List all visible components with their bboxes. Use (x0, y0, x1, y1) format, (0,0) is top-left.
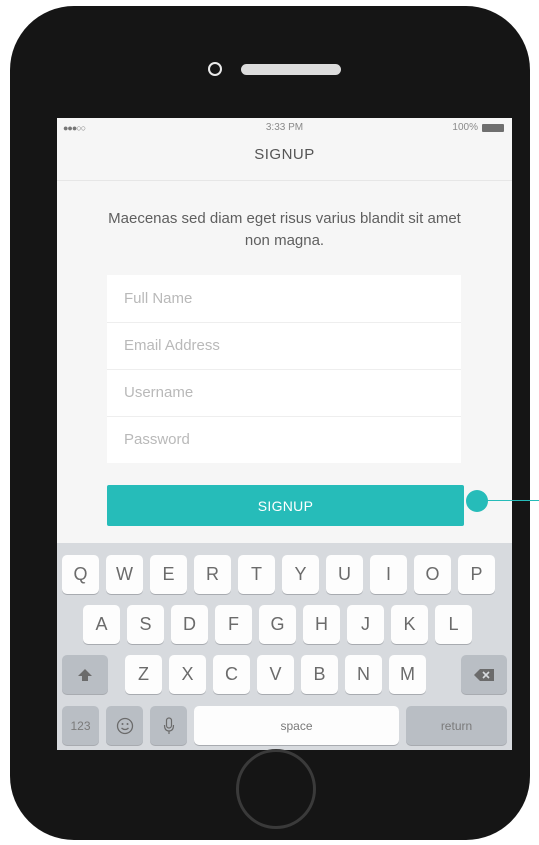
key-c[interactable]: C (213, 655, 250, 694)
microphone-icon (163, 716, 174, 734)
keyboard: Q W E R T Y U I O P A S D F G H J K L Z … (57, 543, 512, 750)
key-f[interactable]: F (215, 605, 252, 644)
signup-form (107, 275, 461, 463)
callout-line (482, 500, 539, 501)
home-button[interactable] (236, 749, 316, 829)
space-key[interactable]: space (194, 706, 399, 745)
emoji-icon (116, 717, 133, 734)
password-field[interactable] (107, 416, 461, 463)
key-e[interactable]: E (150, 555, 187, 594)
key-p[interactable]: P (458, 555, 495, 594)
phone-screen: ●●●○○ 3:33 PM 100% SIGNUP Maecenas sed d… (57, 118, 512, 750)
status-bar: ●●●○○ 3:33 PM 100% (57, 118, 512, 140)
numbers-key[interactable]: 123 (62, 706, 99, 745)
email-field[interactable] (107, 322, 461, 369)
status-time: 3:33 PM (265, 122, 304, 133)
key-j[interactable]: J (347, 605, 384, 644)
key-t[interactable]: T (238, 555, 275, 594)
page-title: SIGNUP (254, 146, 315, 163)
key-z[interactable]: Z (125, 655, 162, 694)
key-g[interactable]: G (259, 605, 296, 644)
return-key[interactable]: return (406, 706, 507, 745)
key-u[interactable]: U (326, 555, 363, 594)
battery-percentage: 100% (452, 122, 478, 133)
front-camera (208, 62, 222, 76)
phone-frame: ●●●○○ 3:33 PM 100% SIGNUP Maecenas sed d… (10, 6, 530, 840)
key-x[interactable]: X (169, 655, 206, 694)
key-n[interactable]: N (345, 655, 382, 694)
username-field[interactable] (107, 369, 461, 416)
key-q[interactable]: Q (62, 555, 99, 594)
key-b[interactable]: B (301, 655, 338, 694)
key-y[interactable]: Y (282, 555, 319, 594)
backspace-icon (474, 668, 494, 681)
shift-icon (78, 668, 92, 681)
nav-divider (57, 180, 512, 181)
emoji-key[interactable] (106, 706, 143, 745)
key-k[interactable]: K (391, 605, 428, 644)
key-o[interactable]: O (414, 555, 451, 594)
callout-dot (466, 490, 488, 512)
backspace-key[interactable] (461, 655, 507, 694)
key-a[interactable]: A (83, 605, 120, 644)
signup-button[interactable]: SIGNUP (107, 485, 464, 526)
key-r[interactable]: R (194, 555, 231, 594)
key-d[interactable]: D (171, 605, 208, 644)
battery-icon (482, 124, 504, 132)
key-h[interactable]: H (303, 605, 340, 644)
full-name-field[interactable] (107, 275, 461, 322)
shift-key[interactable] (62, 655, 108, 694)
key-i[interactable]: I (370, 555, 407, 594)
intro-text: Maecenas sed diam eget risus varius blan… (108, 210, 461, 249)
key-v[interactable]: V (257, 655, 294, 694)
microphone-key[interactable] (150, 706, 187, 745)
earpiece-speaker (241, 64, 341, 75)
key-w[interactable]: W (106, 555, 143, 594)
key-m[interactable]: M (389, 655, 426, 694)
key-s[interactable]: S (127, 605, 164, 644)
key-l[interactable]: L (435, 605, 472, 644)
